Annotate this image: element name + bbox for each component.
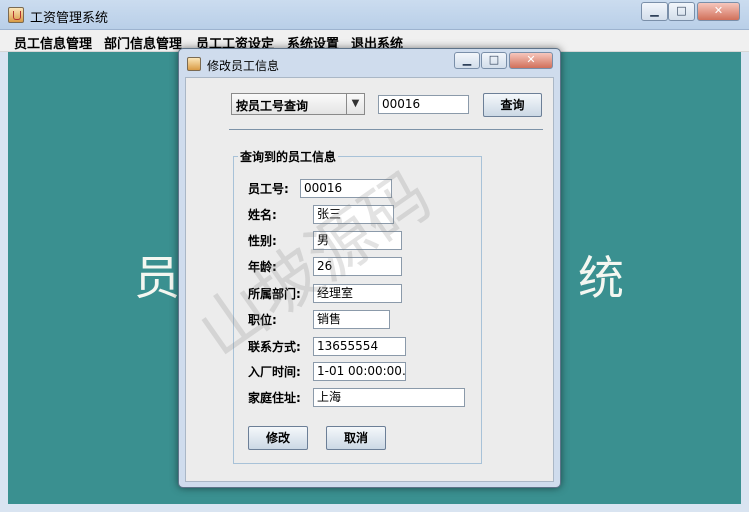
query-button[interactable]: 查询 (483, 93, 542, 117)
result-group-title: 查询到的员工信息 (238, 148, 339, 165)
dialog-minimize-button[interactable]: ▁ (454, 52, 480, 69)
address-label: 家庭住址: (248, 391, 301, 405)
window-bottom-border (0, 504, 749, 512)
dialog-title: 修改员工信息 (207, 59, 280, 73)
separator (229, 129, 543, 130)
background-title-left: 员 (134, 251, 180, 305)
menu-department-info[interactable]: 部门信息管理 (104, 33, 182, 52)
dialog-close-button[interactable]: ✕ (509, 52, 553, 69)
java-cup-icon (8, 7, 24, 23)
minimize-button[interactable]: ▁ (641, 2, 668, 21)
query-mode-select[interactable]: 按员工号查询 ▼ (231, 93, 365, 115)
query-input[interactable]: 00016 (378, 95, 469, 114)
menu-employee-info[interactable]: 员工信息管理 (14, 33, 92, 52)
main-titlebar[interactable]: 工资管理系统 ▁ □ ✕ (0, 0, 749, 30)
chevron-down-icon[interactable]: ▼ (346, 94, 364, 114)
maximize-button[interactable]: □ (668, 2, 695, 21)
address-field[interactable]: 上海 (313, 388, 465, 407)
cancel-button[interactable]: 取消 (326, 426, 386, 450)
main-window: 工资管理系统 ▁ □ ✕ 员工信息管理 部门信息管理 员工工资设定 系统设置 退… (0, 0, 749, 512)
close-button[interactable]: ✕ (697, 2, 740, 21)
modify-button[interactable]: 修改 (248, 426, 308, 450)
phone-field[interactable]: 13655554 (313, 337, 406, 356)
java-cup-icon (187, 57, 201, 71)
emp-id-label: 员工号: (248, 182, 289, 196)
hire-date-label: 入厂时间: (248, 365, 301, 379)
dialog-maximize-button[interactable]: □ (481, 52, 507, 69)
name-label: 姓名: (248, 208, 277, 222)
hire-date-field[interactable]: 1-01 00:00:00.0 (313, 362, 406, 381)
main-window-title: 工资管理系统 (30, 11, 109, 26)
position-field[interactable]: 销售 (313, 310, 390, 329)
query-mode-value: 按员工号查询 (236, 99, 309, 113)
background-title-right: 统 (578, 251, 624, 305)
